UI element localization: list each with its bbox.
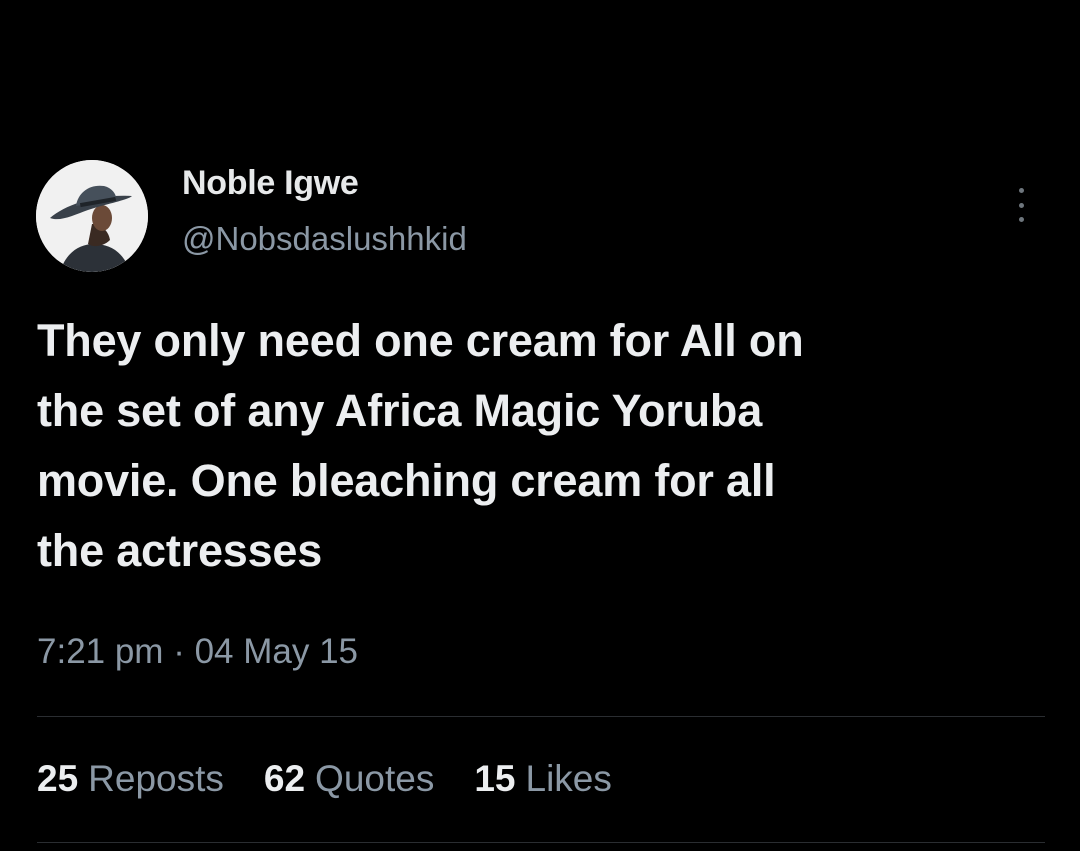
more-options-button[interactable] bbox=[1006, 182, 1036, 228]
likes-count: 15 bbox=[474, 758, 516, 799]
reposts-label: Reposts bbox=[88, 758, 224, 799]
more-vertical-icon bbox=[1018, 188, 1024, 193]
divider bbox=[37, 842, 1045, 843]
tweet-text-line: the set of any Africa Magic Yoruba bbox=[37, 385, 763, 436]
reposts-count: 25 bbox=[37, 758, 79, 799]
tweet-text-line: They only need one cream for All on bbox=[37, 315, 804, 366]
divider bbox=[37, 716, 1045, 717]
likes-label: Likes bbox=[525, 758, 612, 799]
tweet-timestamp[interactable]: 7:21 pm · 04 May 15 bbox=[37, 632, 358, 672]
quotes-count: 62 bbox=[263, 758, 306, 799]
avatar[interactable] bbox=[36, 160, 148, 272]
more-vertical-icon-dot bbox=[1018, 202, 1024, 208]
quotes-stat[interactable]: 62 Quotes bbox=[264, 758, 434, 800]
display-name[interactable]: Noble Igwe bbox=[182, 164, 359, 203]
tweet-text-line: movie. One bleaching cream for all bbox=[37, 455, 776, 506]
tweet-text-line: the actresses bbox=[37, 525, 323, 576]
more-vertical-icon-dot bbox=[1018, 217, 1024, 222]
tweet-text: They only need one cream for All on the … bbox=[37, 306, 1037, 586]
engagement-stats: 25 Reposts 62 Quotes 15 Likes bbox=[37, 758, 612, 800]
likes-stat[interactable]: 15 Likes bbox=[474, 758, 612, 800]
quotes-label: Quotes bbox=[315, 758, 435, 799]
user-handle[interactable]: @Nobsdaslushhkid bbox=[182, 220, 467, 258]
reposts-stat[interactable]: 25 Reposts bbox=[37, 758, 224, 800]
avatar-image bbox=[36, 160, 148, 272]
tweet-card: Noble Igwe @Nobsdaslushhkid They only ne… bbox=[0, 0, 1080, 851]
